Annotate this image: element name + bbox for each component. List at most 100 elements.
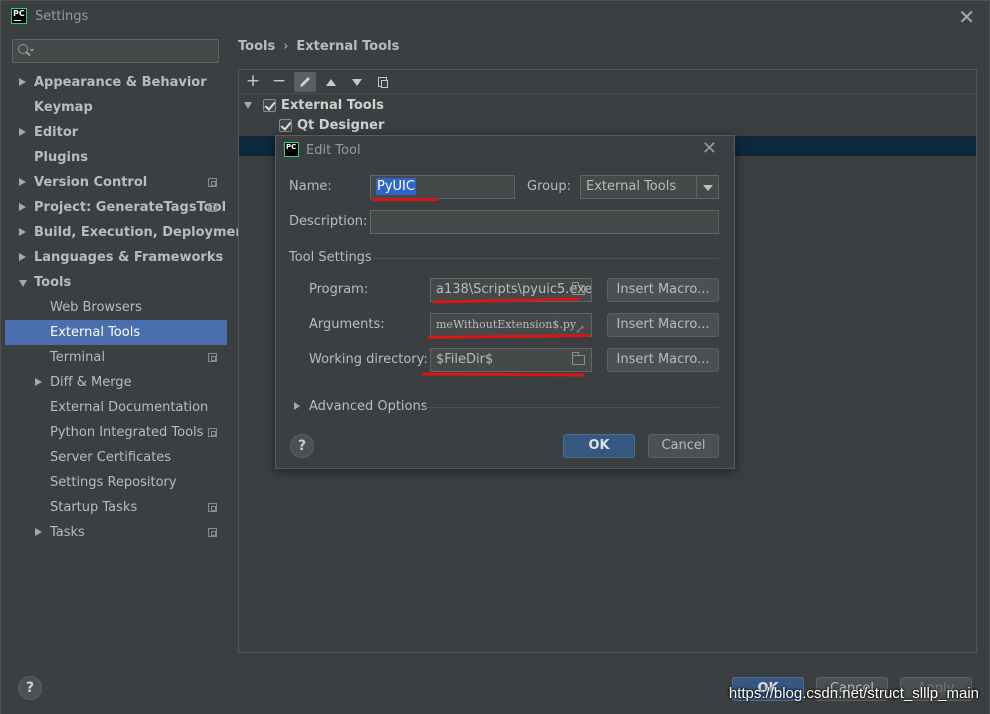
nav-item-label: Build, Execution, Deployment	[34, 225, 251, 240]
nav-item-label: Python Integrated Tools	[50, 425, 204, 440]
section-divider	[423, 407, 719, 408]
folder-icon[interactable]	[572, 352, 585, 365]
program-label: Program:	[309, 282, 369, 297]
expand-arrow-icon[interactable]	[294, 402, 300, 410]
nav-item-label: External Tools	[50, 325, 141, 340]
title-bar: PC Settings ✕	[1, 1, 989, 33]
breadcrumb: Tools › External Tools	[238, 39, 399, 54]
expand-arrow-icon	[19, 178, 26, 186]
annotation-underline	[421, 372, 585, 377]
folder-icon[interactable]	[572, 282, 585, 295]
section-divider	[374, 258, 719, 259]
nav-item-build[interactable]: Build, Execution, Deployment	[5, 220, 251, 245]
add-button[interactable]: +	[242, 72, 264, 92]
window-title: Settings	[35, 9, 89, 24]
breadcrumb-parent[interactable]: Tools	[238, 39, 275, 54]
expand-arrow-icon	[19, 128, 26, 136]
working-directory-field[interactable]: $FileDir$	[430, 348, 592, 372]
advanced-options-toggle[interactable]: Advanced Options	[309, 399, 428, 414]
nav-item-python-integrated-tools[interactable]: Python Integrated Tools	[5, 420, 227, 445]
remove-button[interactable]: −	[268, 72, 290, 92]
help-button[interactable]: ?	[18, 676, 42, 700]
search-icon	[18, 44, 28, 54]
nav-item-diff-merge[interactable]: Diff & Merge	[5, 370, 227, 395]
tree-group-row[interactable]: External Tools	[242, 96, 442, 116]
nav-item-label: External Documentation	[50, 400, 209, 415]
nav-item-label: Web Browsers	[50, 300, 142, 315]
nav-item-appearance[interactable]: Appearance & Behavior	[5, 70, 227, 95]
name-field[interactable]: PyUIC	[370, 175, 515, 199]
arrow-up-icon	[326, 79, 336, 86]
cancel-button[interactable]: Cancel	[648, 434, 719, 458]
description-field[interactable]	[370, 210, 719, 234]
nav-item-label: Languages & Frameworks	[34, 250, 224, 265]
nav-item-label: Keymap	[34, 100, 93, 115]
project-scope-icon	[208, 503, 217, 512]
tool-settings-label: Tool Settings	[289, 250, 372, 265]
annotation-underline	[427, 334, 591, 339]
program-value: а138\Scripts\pyuic5.exe	[436, 282, 592, 297]
settings-nav-tree: Appearance & Behavior Keymap Editor Plug…	[5, 70, 251, 545]
insert-macro-button[interactable]: Insert Macro...	[607, 313, 719, 337]
project-scope-icon	[208, 528, 217, 537]
annotation-underline	[372, 198, 438, 201]
copy-button[interactable]	[372, 72, 394, 92]
nav-item-terminal[interactable]: Terminal	[5, 345, 227, 370]
ok-button[interactable]: OK	[563, 434, 635, 458]
expand-arrow-icon	[35, 528, 42, 536]
collapse-arrow-icon	[19, 280, 27, 287]
item-checkbox[interactable]	[279, 119, 292, 132]
nav-item-label: Version Control	[34, 175, 148, 190]
nav-item-web-browsers[interactable]: Web Browsers	[5, 295, 227, 320]
nav-item-server-certificates[interactable]: Server Certificates	[5, 445, 227, 470]
nav-item-project[interactable]: Project: GenerateTagsTool	[5, 195, 227, 220]
nav-item-external-documentation[interactable]: External Documentation	[5, 395, 227, 420]
help-button[interactable]: ?	[290, 434, 314, 458]
settings-search-input[interactable]	[12, 39, 219, 63]
expand-arrow-icon	[35, 378, 42, 386]
nav-item-keymap[interactable]: Keymap	[5, 95, 227, 120]
nav-item-label: Tasks	[50, 525, 85, 540]
project-scope-icon	[208, 428, 217, 437]
nav-item-languages[interactable]: Languages & Frameworks	[5, 245, 227, 270]
tree-item-row[interactable]: Qt Designer	[242, 116, 442, 136]
nav-item-tools[interactable]: Tools	[5, 270, 227, 295]
nav-item-settings-repository[interactable]: Settings Repository	[5, 470, 227, 495]
nav-item-startup-tasks[interactable]: Startup Tasks	[5, 495, 227, 520]
nav-item-label: Editor	[34, 125, 79, 140]
nav-item-plugins[interactable]: Plugins	[5, 145, 227, 170]
working-directory-value: $FileDir$	[436, 352, 494, 367]
watermark: https://blog.csdn.net/struct_slllp_main	[728, 685, 979, 702]
close-icon[interactable]: ✕	[958, 5, 975, 29]
insert-macro-button[interactable]: Insert Macro...	[607, 278, 719, 302]
nav-item-label: Appearance & Behavior	[34, 75, 207, 90]
name-value: PyUIC	[376, 178, 416, 195]
move-up-button[interactable]	[320, 72, 342, 92]
project-scope-icon	[208, 203, 217, 212]
project-scope-icon	[208, 353, 217, 362]
insert-macro-button[interactable]: Insert Macro...	[607, 348, 719, 372]
pycharm-logo-icon: PC	[284, 142, 299, 157]
nav-item-label: Project: GenerateTagsTool	[34, 200, 227, 215]
edit-button[interactable]	[294, 72, 316, 92]
tree-group-label: External Tools	[281, 98, 384, 113]
nav-item-label: Settings Repository	[50, 475, 177, 490]
nav-item-tasks[interactable]: Tasks	[5, 520, 227, 545]
name-label: Name:	[289, 179, 332, 194]
nav-item-version-control[interactable]: Version Control	[5, 170, 227, 195]
breadcrumb-separator: ›	[283, 39, 289, 54]
chevron-down-icon[interactable]	[696, 176, 718, 198]
group-checkbox[interactable]	[263, 99, 276, 112]
close-icon[interactable]: ✕	[702, 138, 717, 159]
nav-item-editor[interactable]: Editor	[5, 120, 227, 145]
arguments-label: Arguments:	[309, 317, 385, 332]
move-down-button[interactable]	[346, 72, 368, 92]
copy-icon	[378, 77, 388, 88]
group-combo[interactable]: External Tools	[580, 175, 719, 199]
settings-window: PC Settings ✕ Appearance & Behavior Keym…	[0, 0, 990, 714]
description-label: Description:	[289, 214, 368, 229]
nav-item-external-tools[interactable]: External Tools	[5, 320, 227, 345]
nav-item-label: Server Certificates	[50, 450, 172, 465]
nav-item-label: Tools	[34, 275, 72, 290]
edit-tool-dialog: PC Edit Tool ✕ Name: PyUIC Group: Extern…	[275, 135, 735, 469]
